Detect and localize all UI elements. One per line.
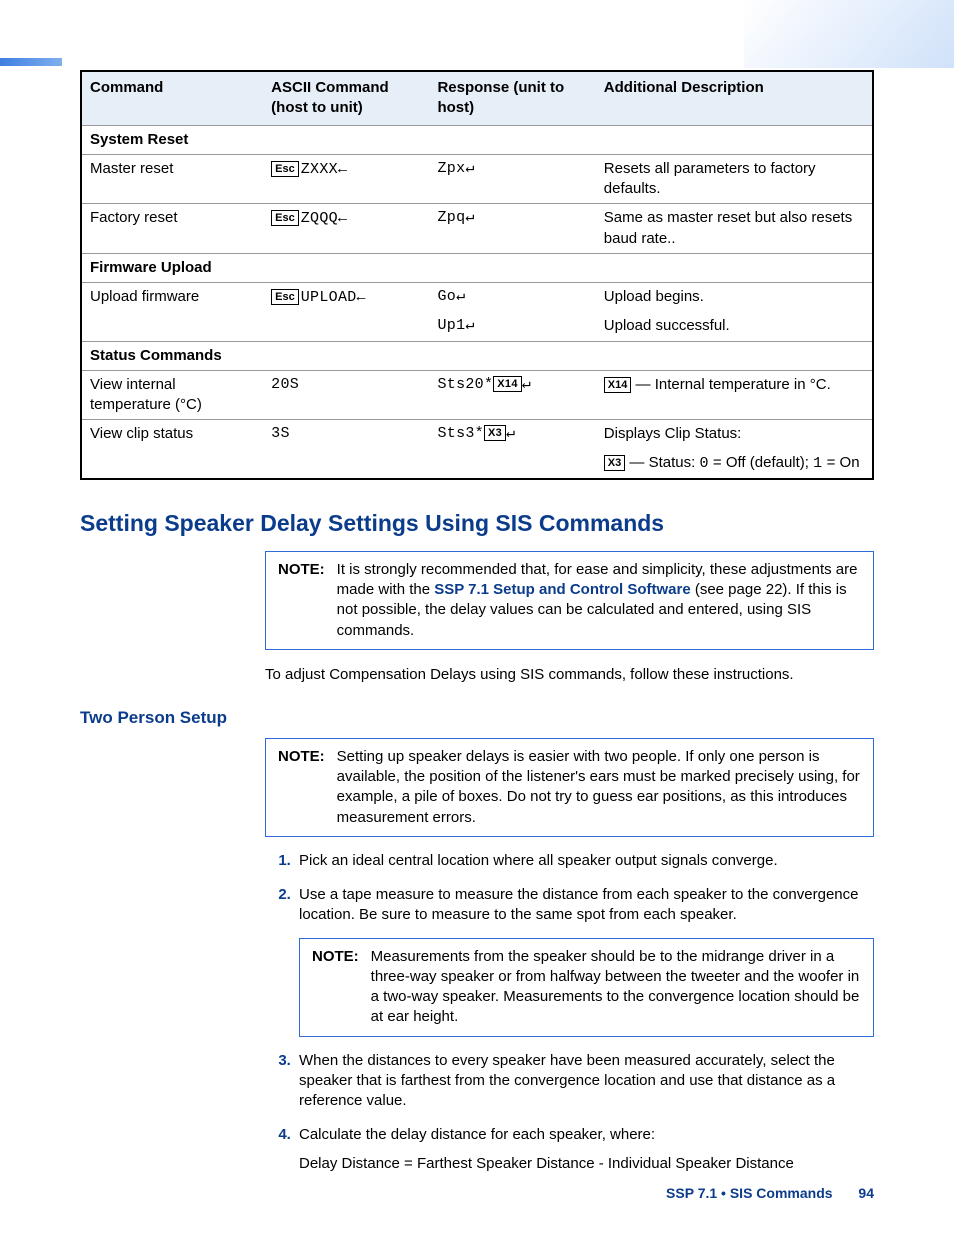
note-body: Setting up speaker delays is easier with… [337, 747, 861, 828]
cell-ascii [263, 449, 429, 479]
section-label: Firmware Upload [81, 253, 873, 282]
cell-resp [429, 449, 595, 479]
note-two-person: NOTE: Setting up speaker delays is easie… [265, 738, 874, 837]
cell-ascii: EscZXXX← [263, 154, 429, 204]
cell-ascii: 20S [263, 370, 429, 420]
xvar-badge: X3 [604, 455, 625, 471]
esc-icon: Esc [271, 210, 299, 226]
note-body: It is strongly recommended that, for eas… [337, 560, 861, 641]
cell-cmd: Upload firmware [81, 283, 263, 313]
cell-cmd [81, 449, 263, 479]
note-measurement: NOTE: Measurements from the speaker shou… [299, 938, 874, 1037]
footer-page: 94 [858, 1185, 874, 1201]
cell-desc: Upload successful. [596, 312, 873, 341]
cell-resp: Sts3*X3↵ [429, 420, 595, 449]
cell-cmd: Master reset [81, 154, 263, 204]
section-firmware-upload: Firmware Upload [81, 253, 873, 282]
cell-desc: Same as master reset but also resets bau… [596, 204, 873, 254]
cell-desc: Resets all parameters to factory default… [596, 154, 873, 204]
cell-desc: Upload begins. [596, 283, 873, 313]
cell-ascii: EscUPLOAD← [263, 283, 429, 313]
cell-desc: X3 — Status: 0 = Off (default); 1 = On [596, 449, 873, 479]
row-factory-reset: Factory reset EscZQQQ← Zpq↵ Same as mast… [81, 204, 873, 254]
note-recommendation: NOTE: It is strongly recommended that, f… [265, 551, 874, 650]
row-upload-firmware-2: Up1↵ Upload successful. [81, 312, 873, 341]
esc-icon: Esc [271, 289, 299, 305]
command-table: Command ASCII Command (host to unit) Res… [80, 70, 874, 480]
note-label: NOTE: [278, 560, 325, 641]
cell-resp: Sts20*X14↵ [429, 370, 595, 420]
row-view-clip-2: X3 — Status: 0 = Off (default); 1 = On [81, 449, 873, 479]
steps-list: Pick an ideal central location where all… [265, 851, 874, 1174]
corner-gradient [744, 0, 954, 68]
heading-speaker-delay: Setting Speaker Delay Settings Using SIS… [80, 508, 874, 539]
note-body: Measurements from the speaker should be … [371, 947, 861, 1028]
xvar-badge: X14 [604, 377, 632, 393]
link-setup-software[interactable]: SSP 7.1 Setup and Control Software [434, 581, 690, 598]
cell-resp: Zpx↵ [429, 154, 595, 204]
note-label: NOTE: [278, 747, 325, 828]
cell-cmd: View clip status [81, 420, 263, 449]
note-label: NOTE: [312, 947, 359, 1028]
cell-resp: Up1↵ [429, 312, 595, 341]
step-2: Use a tape measure to measure the distan… [295, 885, 874, 1037]
col-command: Command [81, 71, 263, 125]
row-upload-firmware-1: Upload firmware EscUPLOAD← Go↵ Upload be… [81, 283, 873, 313]
footer-title: SSP 7.1 • SIS Commands [666, 1185, 832, 1201]
page-footer: SSP 7.1 • SIS Commands 94 [80, 1184, 874, 1203]
xvar-badge: X3 [484, 425, 506, 441]
ascii-text: ZQQQ← [301, 210, 348, 227]
step-1: Pick an ideal central location where all… [295, 851, 874, 871]
cell-ascii: 3S [263, 420, 429, 449]
esc-icon: Esc [271, 161, 299, 177]
cell-ascii [263, 312, 429, 341]
col-response: Response (unit to host) [429, 71, 595, 125]
cell-cmd [81, 312, 263, 341]
ascii-text: UPLOAD← [301, 289, 366, 306]
page-content: Command ASCII Command (host to unit) Res… [0, 70, 954, 1174]
cell-resp: Go↵ [429, 283, 595, 313]
cell-cmd: Factory reset [81, 204, 263, 254]
delay-equation: Delay Distance = Farthest Speaker Distan… [299, 1154, 874, 1174]
xvar-badge: X14 [493, 376, 521, 392]
step-4: Calculate the delay distance for each sp… [295, 1125, 874, 1174]
ascii-text: ZXXX← [301, 161, 348, 178]
cell-desc: X14 — Internal temperature in °C. [596, 370, 873, 420]
step-3: When the distances to every speaker have… [295, 1051, 874, 1112]
section-system-reset: System Reset [81, 125, 873, 154]
cell-ascii: EscZQQQ← [263, 204, 429, 254]
subheading-two-person: Two Person Setup [80, 707, 874, 730]
intro-text: To adjust Compensation Delays using SIS … [265, 665, 874, 685]
cell-desc: Displays Clip Status: [596, 420, 873, 449]
section-label: System Reset [81, 125, 873, 154]
section-label: Status Commands [81, 341, 873, 370]
cell-cmd: View internal temperature (°C) [81, 370, 263, 420]
row-master-reset: Master reset EscZXXX← Zpx↵ Resets all pa… [81, 154, 873, 204]
accent-bar [0, 58, 62, 66]
row-view-clip-1: View clip status 3S Sts3*X3↵ Displays Cl… [81, 420, 873, 449]
col-ascii: ASCII Command (host to unit) [263, 71, 429, 125]
cell-resp: Zpq↵ [429, 204, 595, 254]
col-description: Additional Description [596, 71, 873, 125]
section-status-commands: Status Commands [81, 341, 873, 370]
page-header-strip [0, 0, 954, 70]
table-header-row: Command ASCII Command (host to unit) Res… [81, 71, 873, 125]
row-view-temp: View internal temperature (°C) 20S Sts20… [81, 370, 873, 420]
